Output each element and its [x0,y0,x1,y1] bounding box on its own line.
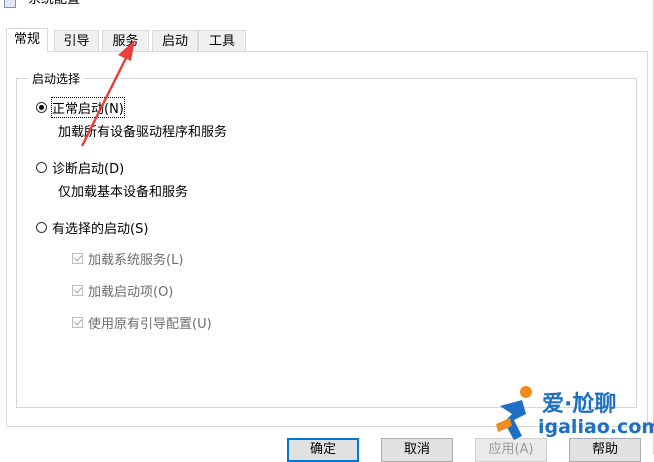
tab-boot[interactable]: 引导 [54,30,99,51]
normal-startup-desc: 加载所有设备驱动程序和服务 [58,125,228,140]
tab-tools[interactable]: 工具 [198,30,246,51]
normal-startup-label[interactable]: 正常启动(N) [51,96,125,118]
tab-general[interactable]: 常规 [6,28,48,52]
radio-indicator[interactable] [36,161,47,173]
title-bar: 系统配置 [0,0,654,12]
runner-logo-icon [496,386,532,440]
cancel-button[interactable]: 取消 [381,438,453,462]
diagnostic-startup-radio[interactable]: 诊断启动(D) [36,158,124,177]
diagnostic-startup-label[interactable]: 诊断启动(D) [52,158,124,177]
group-legend: 启动选择 [28,70,85,87]
load-system-services-label: 加载系统服务(L) [88,252,184,268]
app-icon [4,0,16,8]
tab-strip: 常规 引导 服务 启动 工具 [0,28,654,52]
load-startup-items-label: 加载启动项(O) [88,284,174,300]
use-original-boot-config-label: 使用原有引导配置(U) [88,316,212,332]
load-startup-items-checkbox: 加载启动项(O) [72,282,174,300]
watermark: 爱·尬聊 igaliao.com [492,382,654,446]
checkbox-indicator [72,316,83,328]
checkbox-indicator [72,252,83,264]
radio-indicator[interactable] [36,221,47,233]
tab-services[interactable]: 服务 [102,30,149,51]
diagnostic-startup-desc: 仅加载基本设备和服务 [58,185,189,200]
window-title: 系统配置 [28,0,80,8]
radio-indicator[interactable] [36,101,47,113]
selective-startup-radio[interactable]: 有选择的启动(S) [36,218,148,237]
ok-button[interactable]: 确定 [287,438,359,462]
checkbox-indicator [72,284,83,296]
selective-startup-label[interactable]: 有选择的启动(S) [52,218,148,237]
tab-startup[interactable]: 启动 [152,30,198,51]
load-system-services-checkbox: 加载系统服务(L) [72,250,184,268]
normal-startup-radio[interactable]: 正常启动(N) [36,96,125,118]
watermark-brand-text: 爱·尬聊 [542,392,617,417]
use-original-boot-config-checkbox: 使用原有引导配置(U) [72,314,212,332]
watermark-url-text: igaliao.com [538,416,654,438]
